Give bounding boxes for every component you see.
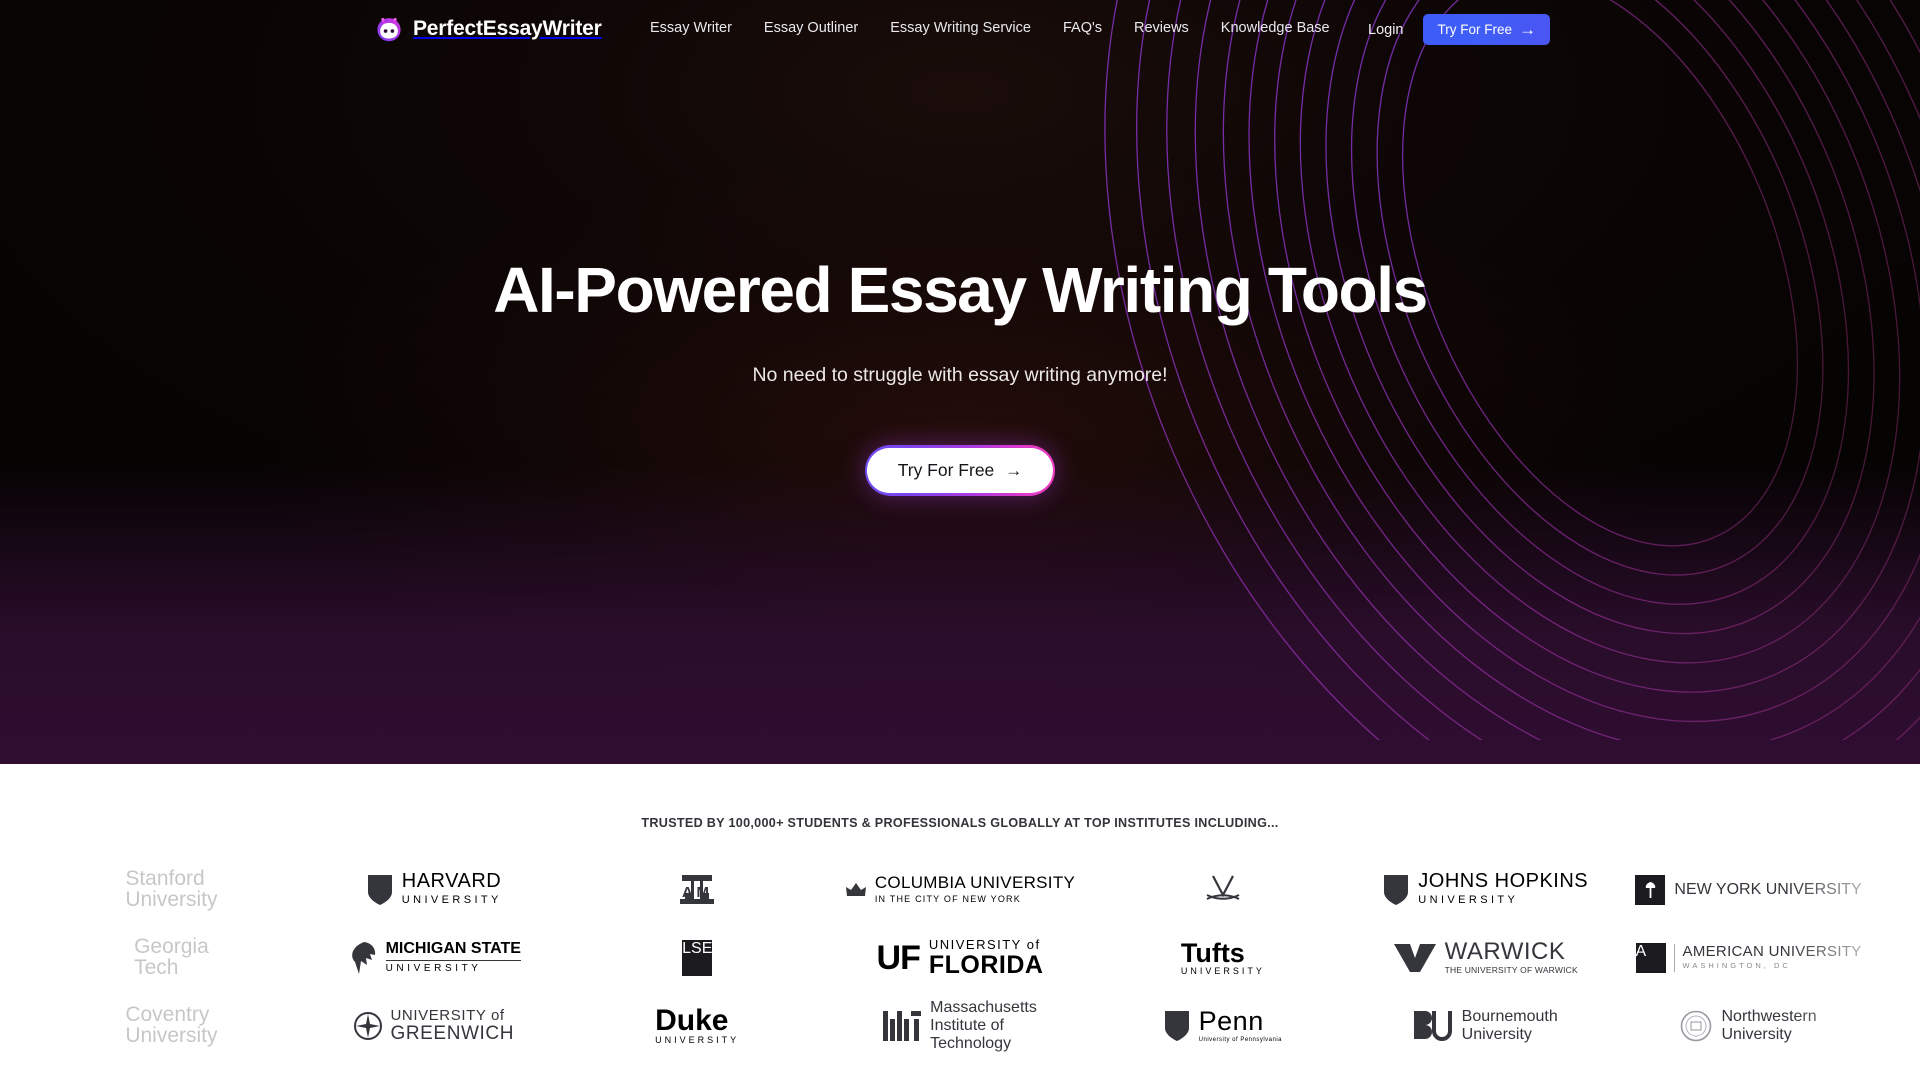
- nav-item-knowledge-base[interactable]: Knowledge Base: [1221, 20, 1330, 36]
- header-cta-label: Try For Free: [1437, 22, 1512, 37]
- brand-name: PerfectEssayWriter: [413, 17, 602, 40]
- brand-logo-link[interactable]: PerfectEssayWriter: [374, 14, 602, 44]
- logo-lse: LSE: [566, 924, 829, 992]
- header-try-for-free-button[interactable]: Try For Free →: [1423, 14, 1550, 45]
- logo-georgia-tech: Georgia Tech: [134, 935, 209, 980]
- university-logo-grid: Stanford University HARVARD UNIVERSITY A M CO…: [0, 856, 1920, 1060]
- page-title: AI-Powered Essay Writing Tools: [493, 254, 1428, 326]
- svg-text:A M: A M: [682, 884, 709, 901]
- nav-item-faqs[interactable]: FAQ's: [1063, 20, 1102, 36]
- trusted-by-label: TRUSTED BY 100,000+ STUDENTS & PROFESSIO…: [641, 816, 1279, 830]
- hero-bottom-glow: [0, 464, 1920, 764]
- logo-florida: UF UNIVERSITY of FLORIDA: [876, 937, 1044, 979]
- hero-cta-label: Try For Free: [897, 460, 995, 481]
- logo-columbia: COLUMBIA UNIVERSITY IN THE CITY OF NEW YO…: [829, 856, 1092, 924]
- logo-american: A AMERICAN UNIVERSITY WASHINGTON, DC: [1617, 924, 1880, 992]
- logo-nyu: NEW YORK UNIVERSITY: [1617, 856, 1880, 924]
- logo-stanford: Stanford University: [125, 867, 218, 912]
- logo-texas-am: A M: [566, 856, 829, 924]
- logo-tufts: Tufts UNIVERSITY: [1180, 937, 1265, 976]
- logo-duke: Duke UNIVERSITY: [655, 1004, 740, 1046]
- primary-nav: Essay Writer Essay Outliner Essay Writin…: [650, 20, 1330, 36]
- login-link[interactable]: Login: [1368, 22, 1403, 38]
- logo-harvard: HARVARD UNIVERSITY: [303, 856, 566, 924]
- logo-bournemouth: Bournemouth University: [1354, 992, 1617, 1060]
- nav-item-reviews[interactable]: Reviews: [1134, 20, 1189, 36]
- nav-item-essay-outliner[interactable]: Essay Outliner: [764, 20, 858, 36]
- logo-michigan-state: MICHIGAN STATE UNIVERSITY: [303, 924, 566, 992]
- hero-section: PerfectEssayWriter Essay Writer Essay Ou…: [0, 0, 1920, 764]
- logo-coventry: Coventry University: [125, 1003, 218, 1048]
- hero-try-for-free-button[interactable]: Try For Free →: [864, 445, 1056, 497]
- nav-item-essay-writing-service[interactable]: Essay Writing Service: [890, 20, 1031, 36]
- trusted-by-section: TRUSTED BY 100,000+ STUDENTS & PROFESSIO…: [0, 764, 1920, 1080]
- header-actions: Login Try For Free →: [1368, 14, 1550, 45]
- hero-content: AI-Powered Essay Writing Tools No need t…: [0, 63, 1920, 497]
- hero-cta-wrapper: Try For Free →: [0, 445, 1920, 497]
- site-header: PerfectEssayWriter Essay Writer Essay Ou…: [0, 0, 1920, 63]
- robot-head-icon: [377, 17, 401, 42]
- arrow-right-icon: →: [1005, 461, 1023, 481]
- logo-northwestern: Northwestern University: [1617, 992, 1880, 1060]
- logo-mit: Massachusetts Institute of Technology: [829, 992, 1092, 1060]
- logo-virginia: [1091, 856, 1354, 924]
- logo-johns-hopkins: JOHNS HOPKINS UNIVERSITY: [1354, 856, 1617, 924]
- hero-cta-inner: Try For Free →: [866, 448, 1054, 494]
- hero-subtitle: No need to struggle with essay writing a…: [752, 364, 1168, 387]
- logo-penn: Penn University of Pennsylvania: [1091, 992, 1354, 1060]
- arrow-right-icon: →: [1519, 20, 1536, 39]
- logo-warwick: WARWICK THE UNIVERSITY OF WARWICK: [1354, 924, 1617, 992]
- nav-item-essay-writer[interactable]: Essay Writer: [650, 20, 732, 36]
- logo-greenwich: UNIVERSITY of GREENWICH: [303, 992, 566, 1060]
